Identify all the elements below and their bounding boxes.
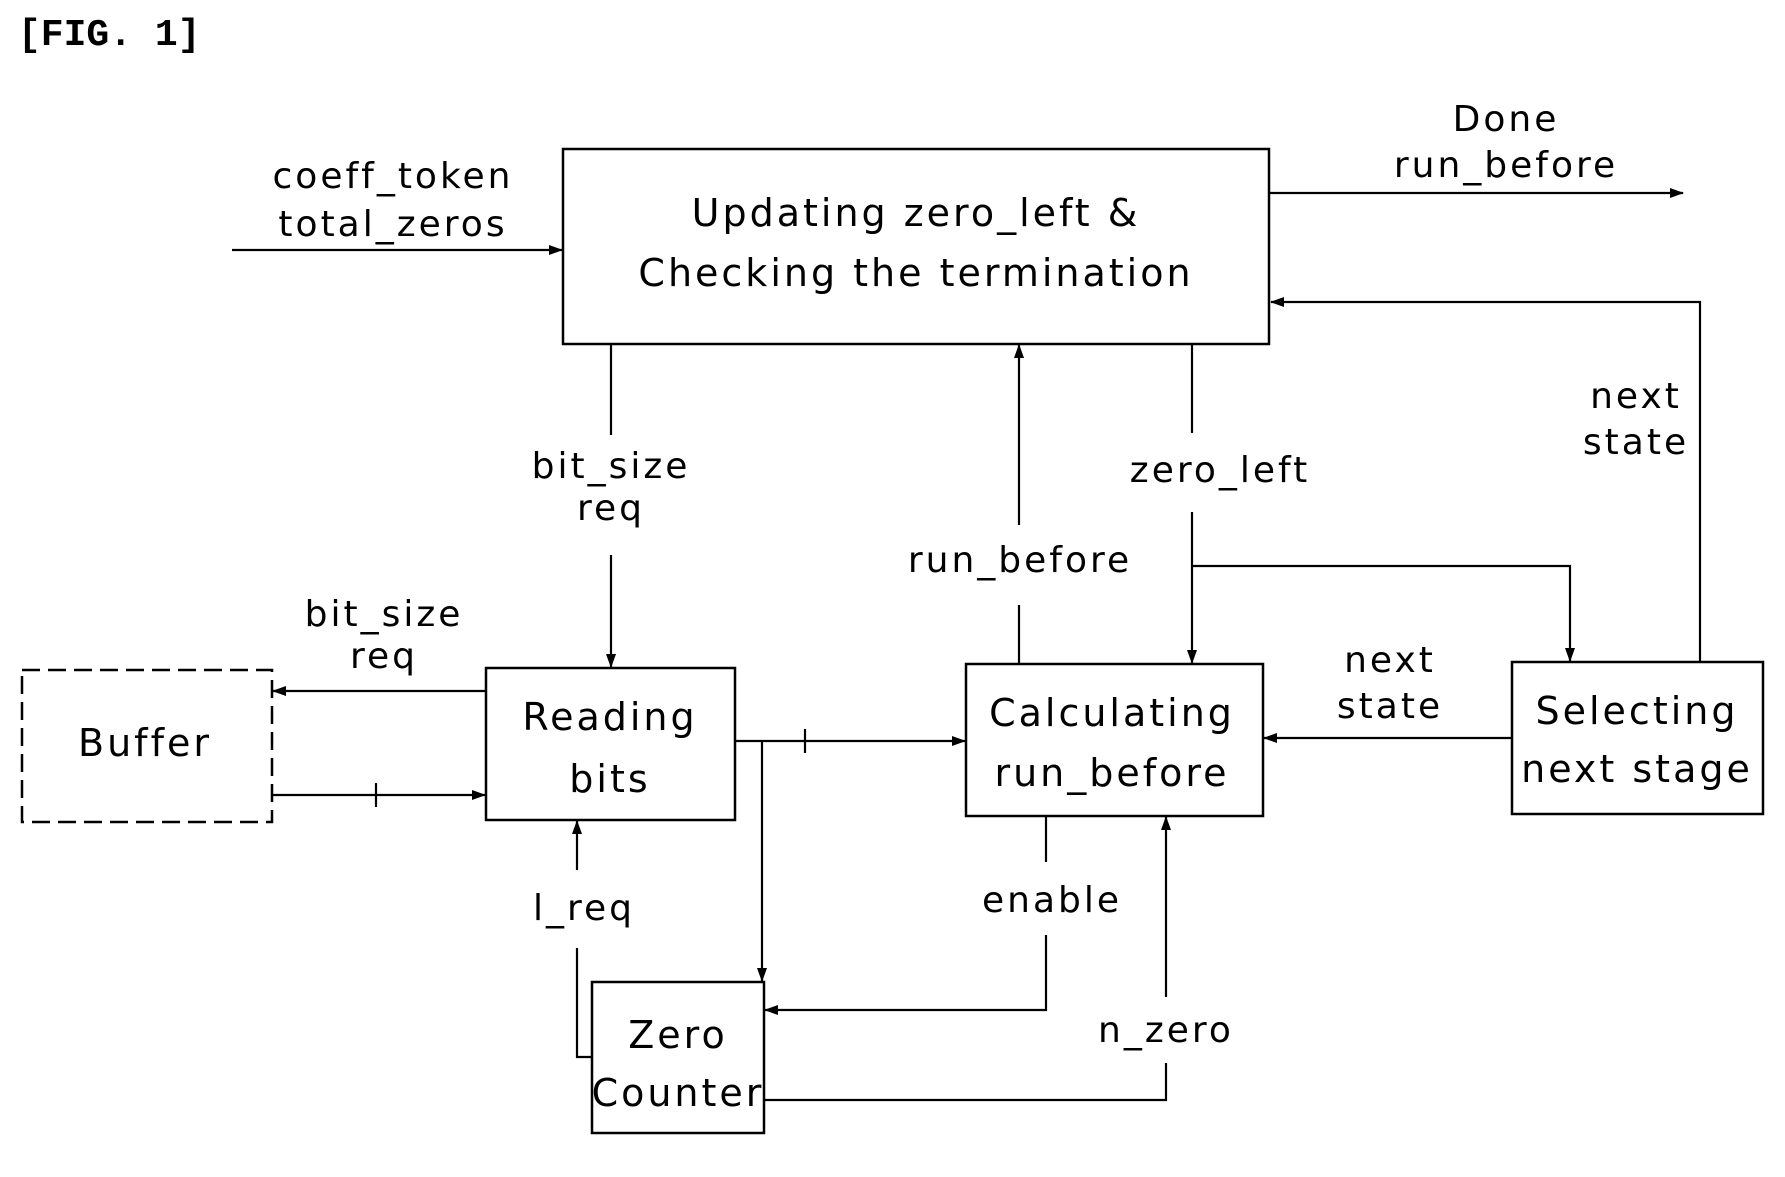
- reading-bits-line2: bits: [569, 757, 650, 801]
- bitsize-req-label-buffer: bit_size req: [305, 594, 464, 677]
- selecting-line2: next stage: [1521, 747, 1753, 791]
- svg-text:state: state: [1583, 422, 1689, 463]
- zero-counter-line2: Counter: [592, 1071, 765, 1115]
- update-block: Updating zero_left & Checking the termin…: [561, 147, 1271, 346]
- zero-left-label: zero_left: [1130, 450, 1310, 491]
- buffer-block: Buffer: [20, 668, 274, 824]
- block-diagram: Updating zero_left & Checking the termin…: [20, 99, 1765, 1135]
- svg-text:bit_size: bit_size: [305, 594, 464, 635]
- next-state-feedback-wire: [1270, 297, 1702, 662]
- l-req-label: l_req: [533, 888, 635, 929]
- update-block-line2: Checking the termination: [638, 251, 1193, 295]
- reading-bits-block: Reading bits: [484, 666, 737, 822]
- reading-bits-line1: Reading: [522, 695, 697, 739]
- zero-counter-block: Zero Counter: [590, 980, 766, 1135]
- bitsize-req-label-top: bit_size req: [532, 446, 691, 529]
- enable-wire-bottom: [764, 935, 1048, 1015]
- calculating-block: Calculating run_before: [964, 662, 1265, 818]
- l-req-wire-bottom: [575, 948, 591, 1059]
- zero-counter-line1: Zero: [628, 1013, 727, 1057]
- update-block-line1: Updating zero_left &: [692, 191, 1141, 235]
- calculating-line1: Calculating: [989, 691, 1235, 735]
- total-zeros-label: total_zeros: [278, 204, 507, 245]
- enable-label: enable: [982, 880, 1122, 921]
- output-signal-label: Done run_before: [1394, 99, 1618, 186]
- input-signal-label: coeff_token total_zeros: [273, 156, 514, 245]
- svg-text:next: next: [1344, 640, 1436, 681]
- done-label: Done: [1453, 99, 1560, 140]
- svg-text:state: state: [1337, 686, 1443, 727]
- next-state-label-mid: next state: [1337, 640, 1443, 727]
- svg-text:bit_size: bit_size: [532, 446, 691, 487]
- coeff-token-label: coeff_token: [273, 156, 514, 197]
- calculating-line2: run_before: [994, 751, 1229, 795]
- selecting-line1: Selecting: [1536, 689, 1739, 733]
- next-state-label-top: next state: [1583, 376, 1689, 463]
- buffer-label: Buffer: [78, 721, 212, 765]
- run-before-label: run_before: [908, 540, 1132, 581]
- n-zero-label: n_zero: [1098, 1010, 1234, 1051]
- svg-text:next: next: [1590, 376, 1682, 417]
- output-run-before-label: run_before: [1394, 145, 1618, 186]
- svg-text:req: req: [577, 488, 645, 529]
- selecting-block: Selecting next stage: [1510, 660, 1765, 816]
- svg-text:req: req: [350, 636, 418, 677]
- n-zero-wire-bottom: [765, 1063, 1168, 1102]
